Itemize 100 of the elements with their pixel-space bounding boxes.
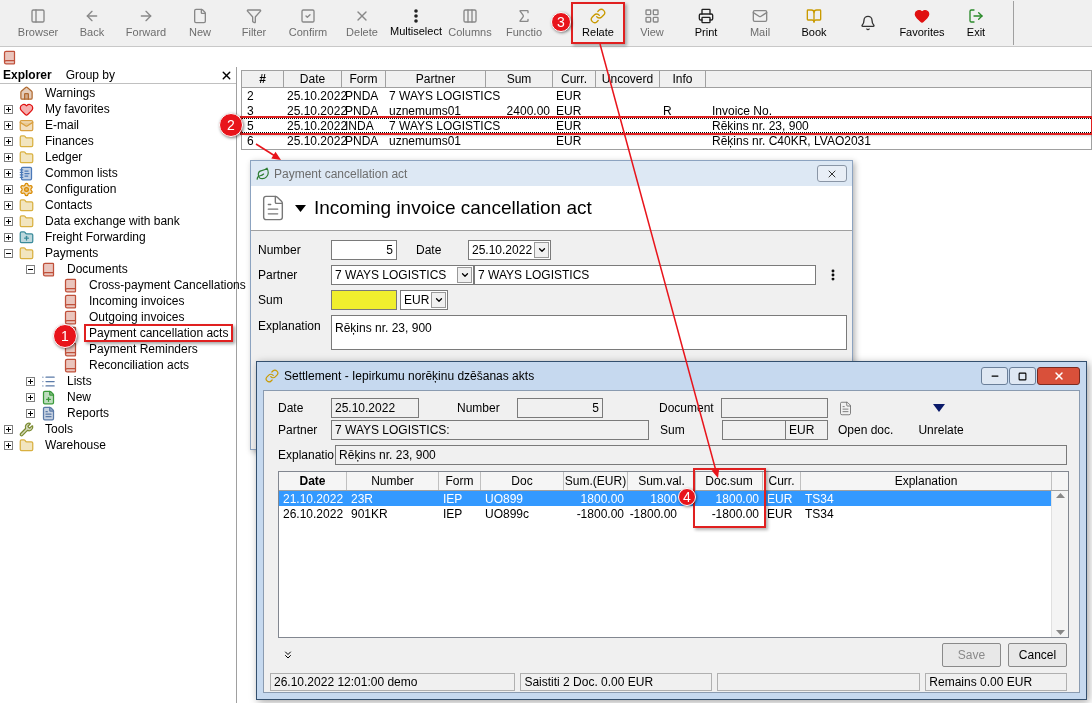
toolbar-button[interactable]: Multiselect: [389, 2, 443, 44]
scrollbar[interactable]: [1051, 491, 1068, 637]
column-header[interactable]: Form: [342, 71, 386, 87]
tree-item[interactable]: Payment Reminders: [84, 340, 203, 358]
tree-item[interactable]: New: [62, 388, 96, 406]
toolbar-button[interactable]: Book: [787, 2, 841, 44]
toolbar-button[interactable]: Relate: [571, 2, 625, 44]
expand-toggle[interactable]: [4, 216, 13, 226]
expand-toggle[interactable]: [26, 408, 35, 418]
expand-toggle[interactable]: [26, 392, 35, 402]
tree-item[interactable]: E-mail: [40, 116, 84, 134]
link-icon: [265, 369, 279, 383]
document-icon[interactable]: [838, 400, 853, 416]
list-row[interactable]: 3 25.10.2022PNDA uznemums01 2400.00 EUR R Invoice No.: [242, 103, 1091, 118]
explanation-field[interactable]: Rēķins nr. 23, 900: [335, 444, 1067, 465]
column-header[interactable]: Doc: [481, 472, 564, 490]
tree-item[interactable]: Lists: [62, 372, 97, 390]
tree-item[interactable]: Common lists: [40, 164, 123, 182]
tree-item[interactable]: Contacts: [40, 196, 98, 214]
open-doc-button[interactable]: Open doc.: [838, 421, 894, 439]
expand-toggle[interactable]: [4, 232, 13, 242]
table-cell: Invoice No.: [712, 103, 773, 118]
dialog-button[interactable]: Cancel: [1008, 643, 1067, 667]
expand-toggle[interactable]: [26, 264, 35, 274]
expand-toggle[interactable]: [4, 248, 13, 258]
number-field[interactable]: 5: [331, 240, 397, 260]
toolbar-button[interactable]: Favorites: [895, 2, 949, 44]
partner-field[interactable]: 7 WAYS LOGISTICS:: [331, 420, 649, 440]
column-header[interactable]: Number: [347, 472, 439, 490]
list-row[interactable]: 2 25.10.2022PNDA 7 WAYS LOGISTICS EUR: [242, 88, 1091, 103]
tree-item[interactable]: Payments: [40, 244, 104, 262]
toolbar-button[interactable]: Print: [679, 2, 733, 44]
tree-item[interactable]: Incoming invoices: [84, 292, 190, 310]
filter-icon: [246, 7, 262, 24]
expand-toggle[interactable]: [4, 184, 13, 194]
list-row[interactable]: 5 25.10.2022INDA 7 WAYS LOGISTICS EUR Rēķins nr. 23, 900: [242, 118, 1091, 133]
list-row[interactable]: 6 25.10.2022PNDA uznemums01 EUR Rēķins nr. C40KR, LVAO2031: [242, 133, 1091, 148]
column-header[interactable]: Date: [284, 71, 342, 87]
scroll-down-arrow-icon[interactable]: [1055, 630, 1065, 635]
tree-item[interactable]: Ledger: [40, 148, 88, 166]
expand-toggle[interactable]: [4, 120, 13, 130]
explorer-tab[interactable]: Group by: [65, 66, 116, 84]
partner-select[interactable]: 7 WAYS LOGISTICS: [331, 265, 474, 285]
expand-toggle[interactable]: [4, 104, 13, 114]
column-header[interactable]: Partner: [386, 71, 486, 87]
explorer-tab[interactable]: Explorer: [3, 66, 52, 84]
expand-toggle[interactable]: [4, 136, 13, 146]
date-picker[interactable]: 25.10.2022: [468, 240, 551, 260]
tree-item[interactable]: Data exchange with bank: [40, 212, 185, 230]
column-header[interactable]: Curr.: [763, 472, 801, 490]
expand-toggle[interactable]: [4, 152, 13, 162]
tree-item[interactable]: Documents: [62, 260, 133, 278]
tree-item[interactable]: Reports: [62, 404, 115, 422]
scroll-up-arrow-icon[interactable]: [1055, 493, 1065, 498]
column-header[interactable]: Sum: [486, 71, 553, 87]
tree-item[interactable]: Tools: [40, 420, 78, 438]
sum-field[interactable]: [722, 420, 786, 440]
expand-icon[interactable]: [282, 649, 294, 661]
unrelate-button[interactable]: Unrelate: [918, 421, 964, 439]
tree-item[interactable]: Reconciliation acts: [84, 356, 195, 374]
folder-icon: [19, 213, 34, 229]
column-header[interactable]: Sum.(EUR): [564, 472, 628, 490]
folder-icon: [19, 245, 34, 261]
minimize-button[interactable]: [981, 367, 1008, 385]
tree-item[interactable]: Warehouse: [40, 436, 111, 454]
currency-field[interactable]: EUR: [785, 420, 828, 440]
explanation-field[interactable]: Rēķins nr. 23, 900: [331, 315, 847, 350]
tree-item[interactable]: Freight Forwarding: [40, 228, 151, 246]
tree-item[interactable]: Outgoing invoices: [84, 308, 190, 326]
toolbar-button[interactable]: Exit: [949, 2, 1003, 44]
close-button[interactable]: [817, 165, 847, 182]
expand-toggle[interactable]: [4, 168, 13, 178]
column-header[interactable]: #: [242, 71, 284, 87]
columns-icon: [462, 7, 478, 24]
currency-select[interactable]: EUR: [400, 290, 448, 310]
column-header[interactable]: Date: [279, 472, 347, 490]
expand-toggle[interactable]: [26, 376, 35, 386]
number-field[interactable]: 5: [517, 398, 603, 418]
expand-toggle[interactable]: [4, 440, 13, 450]
tree-item[interactable]: Payment cancellation acts: [84, 324, 234, 342]
column-header[interactable]: Curr.: [553, 71, 596, 87]
tree-item[interactable]: Warnings: [40, 84, 101, 102]
column-header[interactable]: Explanation: [801, 472, 1052, 490]
grid-row[interactable]: 26.10.2022 901KR IEP UO899c -1800.00 -1800.00 -1800.00 EUR TS34: [279, 506, 1052, 521]
maximize-button[interactable]: [1009, 367, 1036, 385]
book-icon: [63, 277, 78, 293]
column-header[interactable]: Form: [439, 472, 481, 490]
sum-field[interactable]: [331, 290, 397, 310]
close-button[interactable]: [1037, 367, 1080, 385]
expand-toggle[interactable]: [4, 200, 13, 210]
partner-name-field[interactable]: 7 WAYS LOGISTICS: [474, 265, 816, 285]
down-arrow-icon[interactable]: [933, 404, 945, 412]
tree-item[interactable]: My favorites: [40, 100, 115, 118]
tree-item[interactable]: Finances: [40, 132, 99, 150]
document-field[interactable]: [721, 398, 828, 418]
column-header[interactable]: Info: [660, 71, 706, 87]
expand-toggle[interactable]: [4, 424, 13, 434]
tree-item[interactable]: Configuration: [40, 180, 122, 198]
tree-item[interactable]: Cross-payment Cancellations: [84, 276, 251, 294]
date-field[interactable]: 25.10.2022: [331, 398, 419, 418]
